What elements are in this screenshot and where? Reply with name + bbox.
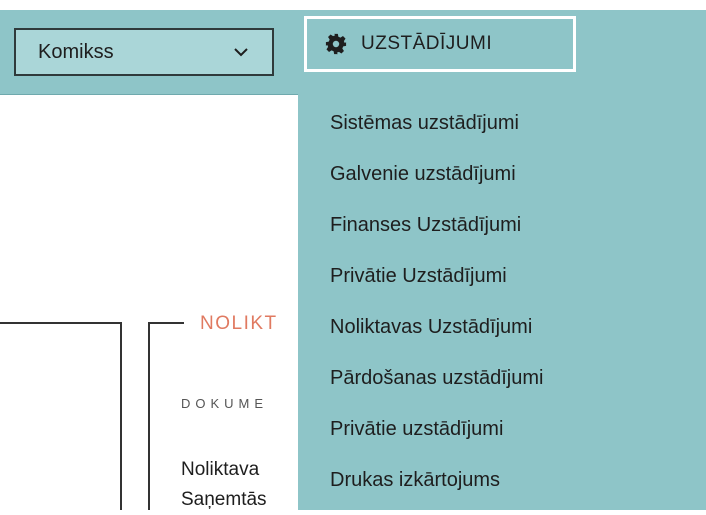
gear-icon bbox=[325, 33, 347, 55]
chevron-down-icon bbox=[234, 48, 248, 57]
company-select[interactable]: Komikss bbox=[14, 28, 274, 76]
settings-button[interactable]: UZSTĀDĪJUMI bbox=[304, 16, 576, 72]
menu-item-private-settings-2[interactable]: Privātie uzstādījumi bbox=[298, 404, 706, 455]
divider-line bbox=[120, 322, 122, 510]
divider-line bbox=[148, 322, 150, 510]
menu-item-private-settings[interactable]: Privātie Uzstādījumi bbox=[298, 251, 706, 302]
menu-item-print-layout[interactable]: Drukas izkārtojums bbox=[298, 455, 706, 506]
divider-line bbox=[148, 322, 184, 324]
body-line[interactable]: Saņemtās bbox=[181, 485, 267, 515]
body-text: Noliktava Saņemtās bbox=[181, 455, 267, 515]
document-label: DOKUME bbox=[181, 396, 269, 411]
section-title: NOLIKT bbox=[200, 313, 278, 334]
menu-item-system-settings[interactable]: Sistēmas uzstādījumi bbox=[298, 98, 706, 149]
navbar: Komikss UZSTĀDĪJUMI bbox=[0, 10, 706, 95]
divider-line bbox=[0, 322, 120, 324]
settings-dropdown-menu: Sistēmas uzstādījumi Galvenie uzstādījum… bbox=[298, 84, 706, 510]
settings-button-label: UZSTĀDĪJUMI bbox=[361, 33, 493, 54]
body-line[interactable]: Noliktava bbox=[181, 455, 267, 485]
menu-item-finance-settings[interactable]: Finanses Uzstādījumi bbox=[298, 200, 706, 251]
menu-item-main-settings[interactable]: Galvenie uzstādījumi bbox=[298, 149, 706, 200]
company-select-value: Komikss bbox=[38, 40, 114, 63]
menu-item-sales-settings[interactable]: Pārdošanas uzstādījumi bbox=[298, 353, 706, 404]
menu-item-warehouse-settings[interactable]: Noliktavas Uzstādījumi bbox=[298, 302, 706, 353]
